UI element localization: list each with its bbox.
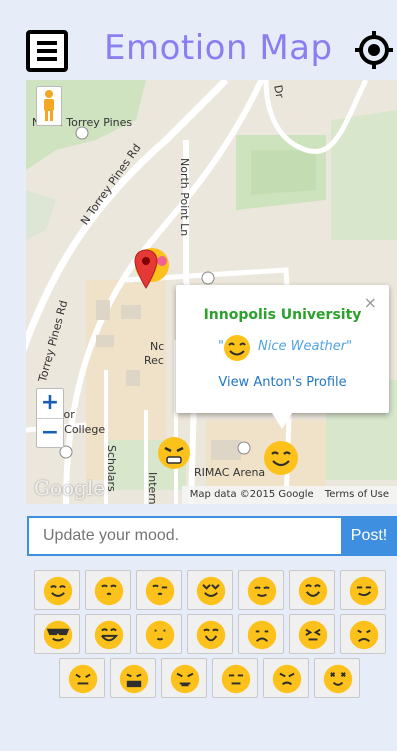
zoom-in-button[interactable]: +: [37, 389, 63, 419]
info-window-quote-open: ": [218, 339, 224, 354]
map-view[interactable]: North Torrey Pines N Torrey Pines Rd Nor…: [26, 80, 397, 504]
smiling-face-icon: [43, 576, 73, 606]
map-label-rimac: RIMAC Arena: [194, 466, 266, 479]
emoji-button[interactable]: [212, 658, 258, 698]
road-label-north-point: North Point Ln: [178, 158, 191, 237]
persevering-face-icon: [68, 664, 98, 694]
angry-face-icon: [170, 664, 200, 694]
map-attribution: Map data ©2015 Google Terms of Use: [181, 486, 397, 504]
emoji-button[interactable]: [340, 570, 386, 610]
app-header: Emotion Map: [0, 0, 397, 80]
relieved-face-icon: [247, 576, 277, 606]
emoji-button[interactable]: [34, 614, 80, 654]
emoji-button[interactable]: [238, 614, 284, 654]
yummy-face-icon: [196, 620, 226, 650]
emoji-button[interactable]: [263, 658, 309, 698]
pouting-face-icon: [272, 664, 302, 694]
sunglasses-face-icon: [43, 620, 73, 650]
smiling-emoji-marker-icon[interactable]: [261, 440, 301, 476]
heart-eyes-face-icon: [196, 576, 226, 606]
emoji-button[interactable]: [187, 570, 233, 610]
road-label-dr: Dr: [271, 84, 287, 100]
emoji-button[interactable]: [85, 614, 131, 654]
map-data-text: Map data ©2015 Google: [189, 489, 314, 500]
dizzy-face-icon: [323, 664, 353, 694]
emoji-button[interactable]: [314, 658, 360, 698]
map-label-nc: Nc: [150, 340, 165, 353]
kissing-face-icon: [94, 576, 124, 606]
crosshair-icon[interactable]: [354, 30, 394, 70]
emoji-button[interactable]: [187, 614, 233, 654]
emoji-button[interactable]: [34, 570, 80, 610]
smirking-face-icon: [349, 576, 379, 606]
emoji-button[interactable]: [110, 658, 156, 698]
street-view-pegman-icon[interactable]: [36, 86, 62, 126]
angry-emoji-marker-icon[interactable]: [156, 436, 192, 470]
menu-icon[interactable]: [26, 30, 68, 72]
emoji-button[interactable]: [340, 614, 386, 654]
worried-face-icon: [349, 620, 379, 650]
emoji-button[interactable]: [161, 658, 207, 698]
zoom-out-button[interactable]: −: [37, 419, 63, 448]
frowning-face-icon: [247, 620, 277, 650]
grinning-face-icon: [94, 620, 124, 650]
emoji-button[interactable]: [289, 614, 335, 654]
info-window-title: Innopolis University: [203, 307, 362, 323]
blowing-kiss-face-icon: [145, 576, 175, 606]
emoji-button[interactable]: [136, 570, 182, 610]
info-window: × Innopolis University " Nice Weather" V…: [176, 285, 389, 429]
map-label-rec: Rec: [144, 354, 164, 367]
emoji-button[interactable]: [289, 570, 335, 610]
grinning-sweat-face-icon: [298, 576, 328, 606]
road-label-intern: Intern: [146, 472, 159, 504]
zoom-controls: + −: [36, 388, 64, 448]
post-button[interactable]: Post!: [341, 516, 397, 556]
location-pin-icon[interactable]: [134, 248, 158, 292]
info-window-mood: Nice Weather": [258, 339, 353, 354]
emoji-button[interactable]: [136, 614, 182, 654]
page-title: Emotion Map: [104, 28, 333, 68]
unamused-face-icon: [221, 664, 251, 694]
raised-hand-face-icon: [145, 620, 175, 650]
emoji-button[interactable]: [59, 658, 105, 698]
smiling-face-icon: [224, 335, 250, 361]
mood-input[interactable]: [27, 516, 341, 556]
road-label-scholars: Scholars: [105, 445, 118, 492]
view-profile-link[interactable]: View Anton's Profile: [176, 375, 389, 390]
grimacing-face-icon: [119, 664, 149, 694]
confounded-face-icon: [298, 620, 328, 650]
terms-of-use-link[interactable]: Terms of Use: [321, 489, 393, 500]
emoji-button[interactable]: [238, 570, 284, 610]
google-logo[interactable]: Google: [34, 476, 105, 500]
emoji-button[interactable]: [85, 570, 131, 610]
